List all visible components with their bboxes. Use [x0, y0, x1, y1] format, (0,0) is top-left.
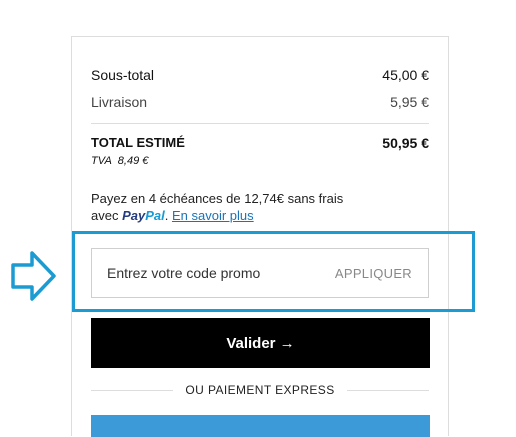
promo-code-input[interactable] [107, 265, 317, 281]
express-payment-label: OU PAIEMENT EXPRESS [185, 383, 335, 397]
vat-line: TVA 8,49 € [91, 155, 148, 167]
promo-code-box: APPLIQUER [91, 248, 429, 298]
total-row: TOTAL ESTIMÉ 50,95 € [91, 135, 429, 151]
vat-label: TVA [91, 155, 112, 167]
subtotal-value: 45,00 € [382, 67, 429, 83]
paypal-logo: PayPal [122, 208, 165, 223]
paypal-logo-pay: Pay [122, 208, 146, 223]
summary-divider [91, 123, 429, 124]
express-divider-line-right [346, 389, 430, 391]
paypal-installments-line: Payez en 4 échéances de 12,74€ sans frai… [91, 191, 344, 206]
express-payment-button[interactable] [91, 415, 430, 437]
subtotal-label: Sous-total [91, 67, 155, 83]
paypal-avec: avec [91, 208, 119, 223]
subtotal-row: Sous-total 45,00 € [91, 67, 429, 83]
vat-value: 8,49 € [117, 155, 149, 167]
express-divider-line-left [91, 389, 174, 391]
paypal-logo-pal: Pal [145, 208, 165, 223]
total-label: TOTAL ESTIMÉ [91, 135, 185, 150]
shipping-value: 5,95 € [390, 94, 429, 110]
shipping-label: Livraison [91, 94, 148, 110]
order-summary-card: Sous-total 45,00 € Livraison 5,95 € TOTA… [71, 36, 449, 437]
shipping-row: Livraison 5,95 € [91, 94, 429, 110]
learn-more-link[interactable]: En savoir plus [172, 208, 254, 223]
validate-button[interactable]: Valider → [91, 318, 430, 368]
apply-promo-button[interactable]: APPLIQUER [335, 266, 412, 281]
paypal-installments-text: Payez en 4 échéances de 12,74€ sans frai… [91, 191, 344, 223]
arrow-right-outline-icon [11, 251, 56, 301]
express-payment-divider: OU PAIEMENT EXPRESS [91, 383, 430, 397]
total-value: 50,95 € [382, 135, 429, 151]
